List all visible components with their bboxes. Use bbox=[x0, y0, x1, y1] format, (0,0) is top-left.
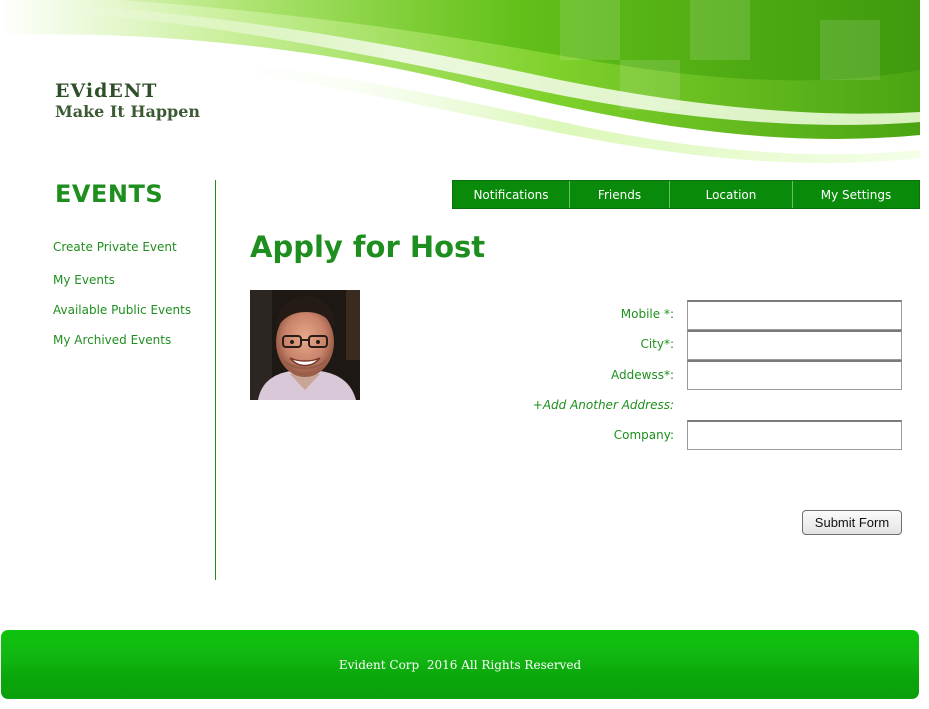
page: EVidENT Make It Happen EVENTS Create Pri… bbox=[0, 0, 929, 709]
sidebar-item-create-private-event[interactable]: Create Private Event bbox=[53, 240, 177, 254]
company-label: Company: bbox=[613, 428, 674, 442]
nav-item-location[interactable]: Location bbox=[670, 181, 793, 208]
address-input[interactable] bbox=[687, 360, 902, 390]
mobile-input[interactable] bbox=[687, 300, 902, 330]
brand-name: EVidENT bbox=[55, 80, 158, 102]
mobile-label: Mobile *: bbox=[620, 307, 674, 321]
sidebar: EVENTS Create Private Event My Events Av… bbox=[0, 180, 215, 580]
sidebar-divider bbox=[215, 180, 216, 580]
city-input[interactable] bbox=[687, 330, 902, 360]
sidebar-item-my-archived-events[interactable]: My Archived Events bbox=[53, 333, 171, 347]
header-banner: EVidENT Make It Happen bbox=[0, 0, 920, 170]
company-input[interactable] bbox=[687, 420, 902, 450]
nav-item-my-settings[interactable]: My Settings bbox=[793, 181, 919, 208]
city-label: City*: bbox=[640, 337, 674, 351]
address-label: Addewss*: bbox=[611, 368, 674, 382]
brand-tagline: Make It Happen bbox=[55, 102, 201, 121]
add-another-address-link[interactable]: +Add Another Address: bbox=[533, 398, 674, 412]
user-photo-icon bbox=[250, 290, 360, 400]
footer-copyright: Evident Corp 2016 All Rights Reserved bbox=[338, 657, 582, 672]
brand-logo: EVidENT Make It Happen bbox=[55, 80, 200, 122]
sidebar-title: EVENTS bbox=[55, 180, 164, 208]
submit-form-button[interactable]: Submit Form bbox=[802, 510, 902, 535]
nav-item-friends[interactable]: Friends bbox=[570, 181, 670, 208]
sidebar-item-my-events[interactable]: My Events bbox=[53, 273, 115, 287]
footer: Evident Corp 2016 All Rights Reserved bbox=[1, 630, 919, 699]
nav-item-notifications[interactable]: Notifications bbox=[453, 181, 570, 208]
page-title: Apply for Host bbox=[250, 230, 486, 264]
top-nav: Notifications Friends Location My Settin… bbox=[452, 180, 920, 209]
sidebar-item-available-public-events[interactable]: Available Public Events bbox=[53, 303, 191, 317]
